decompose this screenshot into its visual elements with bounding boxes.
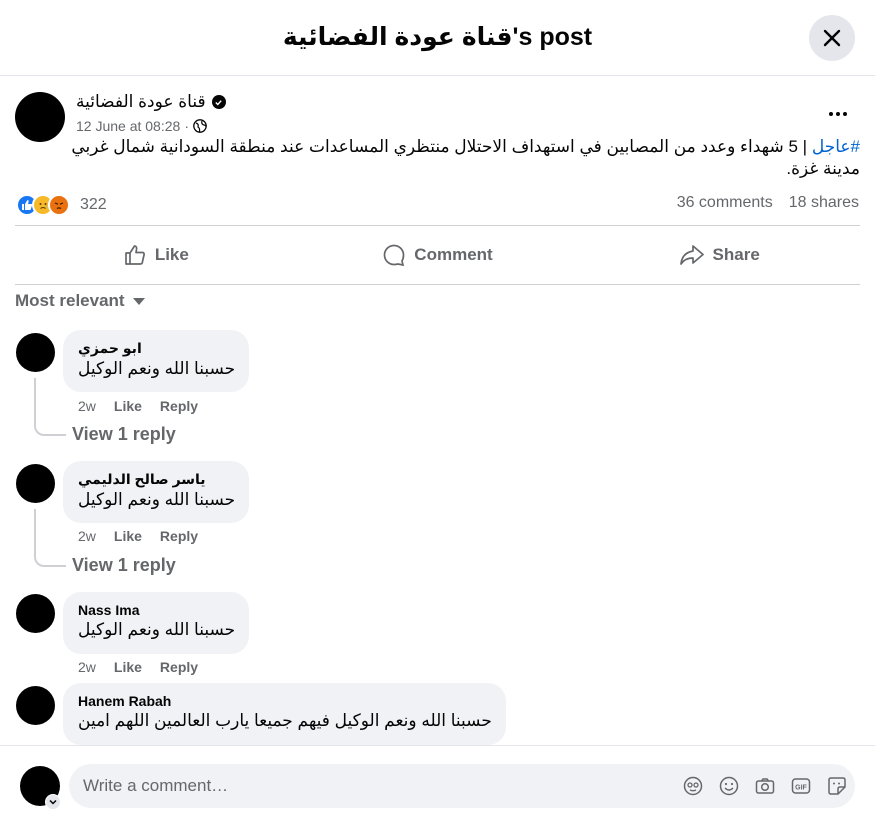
dialog-header: قناة عودة الفضائية's post [0,0,875,76]
chevron-down-icon [49,799,57,805]
comment-bubble: ياسر صالح الدليمي حسبنا الله ونعم الوكيل [63,461,250,523]
comment-author[interactable]: ياسر صالح الدليمي [78,471,235,488]
comment-composer: Write a comment… GIF [0,745,875,832]
comment-text: حسبنا الله ونعم الوكيل [78,620,236,639]
post-action-bar: Like Comment Share [15,225,860,285]
close-icon [823,29,841,47]
commenter-avatar[interactable] [16,464,55,503]
post-author[interactable]: قناة عودة الفضائية [76,92,226,112]
reaction-count[interactable]: 322 [80,196,107,214]
post-body: | 5 شهداء وعدد من المصابين في استهداف ال… [71,137,860,178]
post-timestamp[interactable]: 12 June at 08:28 [76,118,180,134]
share-icon [679,245,704,265]
comments-count[interactable]: 36 comments [677,194,773,212]
comment-button-label: Comment [414,245,493,264]
caret-down-icon [132,297,145,305]
comment-like-button[interactable]: Like [114,659,142,675]
post-stats: 36 comments 18 shares [677,194,859,212]
post-hashtag[interactable]: #عاجل [812,137,860,156]
commenter-avatar[interactable] [16,594,55,633]
comment-time[interactable]: 2w [78,528,96,544]
account-switcher-button[interactable] [45,794,61,810]
svg-text:GIF: GIF [795,785,807,792]
view-replies-link[interactable]: View 1 reply [72,555,176,576]
verified-badge-icon [211,95,226,109]
comment-author[interactable]: Nass Ima [78,602,235,618]
emoji-icon[interactable] [719,776,739,796]
share-button[interactable]: Share [578,226,860,284]
comment-bubble: ابو حمزي حسبنا الله ونعم الوكيل [63,330,250,392]
comment-time[interactable]: 2w [78,398,96,414]
post-author-name[interactable]: قناة عودة الفضائية [76,92,206,112]
comment-author[interactable]: ابو حمزي [78,340,235,357]
view-replies-link[interactable]: View 1 reply [72,424,176,445]
comment-actions: 2w Like Reply [78,659,198,675]
more-dots-icon [829,112,833,116]
gif-icon[interactable]: GIF [791,776,811,796]
comment-reply-button[interactable]: Reply [160,398,198,414]
comment-reply-button[interactable]: Reply [160,528,198,544]
comment-text: حسبنا الله ونعم الوكيل فيهم جميعا يارب ا… [78,711,492,730]
comment-like-button[interactable]: Like [114,528,142,544]
shares-count[interactable]: 18 shares [789,194,859,212]
post-options-button[interactable] [822,100,854,128]
camera-icon[interactable] [755,776,775,796]
comment-button[interactable]: Comment [297,226,579,284]
comment-author[interactable]: Hanem Rabah [78,693,492,709]
comment-reply-button[interactable]: Reply [160,659,198,675]
comment-bubble: Nass Ima حسبنا الله ونعم الوكيل [63,592,250,654]
dialog-title: قناة عودة الفضائية's post [282,23,593,51]
comment-sort-dropdown[interactable]: Most relevant [15,291,145,311]
comment-actions: 2w Like Reply [78,528,198,544]
like-icon [124,245,145,265]
comment-time[interactable]: 2w [78,659,96,675]
comment-text: حسبنا الله ونعم الوكيل [78,490,236,509]
composer-tools: GIF [683,776,847,796]
comment-like-button[interactable]: Like [114,398,142,414]
comment-bubble: Hanem Rabah حسبنا الله ونعم الوكيل فيهم … [63,683,506,745]
angry-reaction-icon [48,194,70,216]
like-button[interactable]: Like [15,226,297,284]
comment-text: حسبنا الله ونعم الوكيل [78,359,236,378]
sort-label: Most relevant [15,291,125,310]
close-button[interactable] [809,15,855,61]
reactions-summary[interactable]: 322 [16,193,107,217]
post-text: #عاجل | 5 شهداء وعدد من المصابين في استه… [40,136,860,180]
reply-thread-line [34,378,66,436]
commenter-avatar[interactable] [16,686,55,725]
post-meta: 12 June at 08:28 · [76,118,207,134]
avatar-sticker-icon[interactable] [683,776,703,796]
share-button-label: Share [712,245,760,264]
like-button-label: Like [154,245,189,264]
page-avatar[interactable] [15,92,65,142]
comment-icon [383,244,405,267]
comment-actions: 2w Like Reply [78,398,198,414]
reply-thread-line [34,509,66,567]
sticker-icon[interactable] [827,776,847,796]
globe-icon [193,119,207,133]
commenter-avatar[interactable] [16,333,55,372]
